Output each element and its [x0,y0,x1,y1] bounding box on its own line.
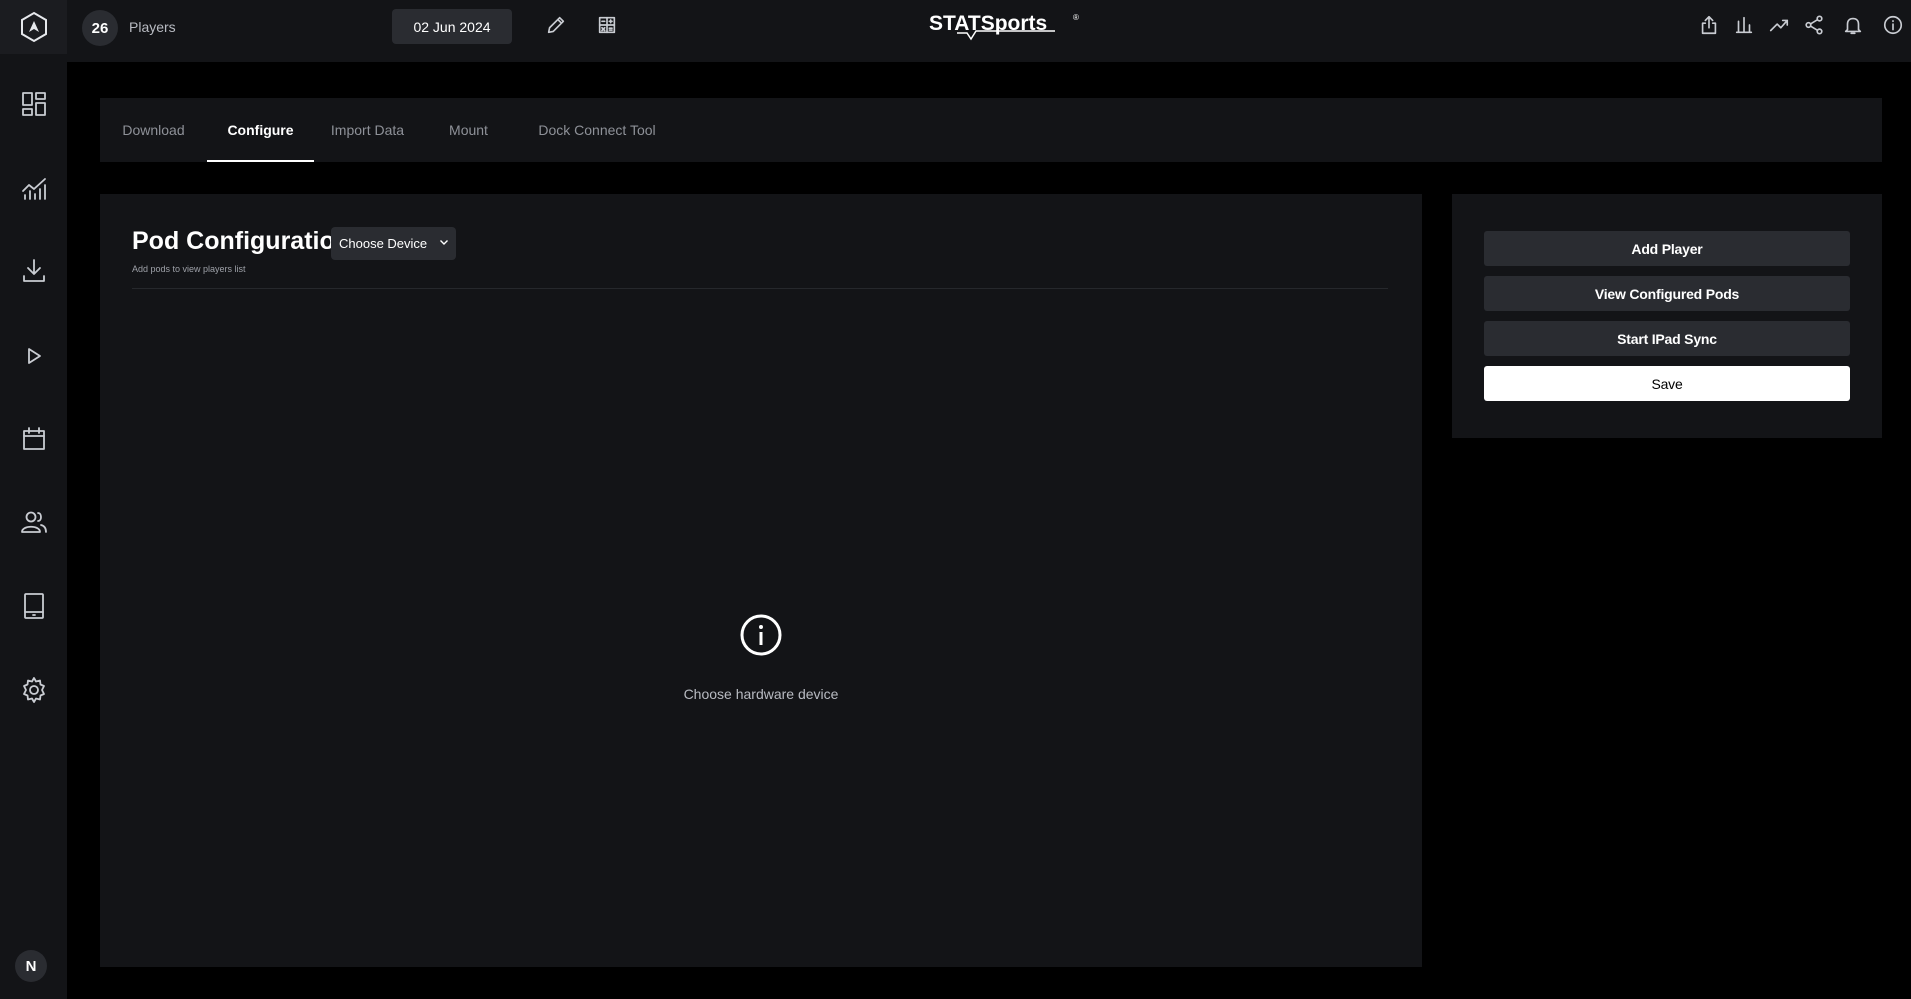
start-ipad-sync-button[interactable]: Start IPad Sync [1484,321,1850,356]
info-icon [740,614,782,656]
device-select[interactable]: Choose Device [331,227,456,260]
actions-panel: Add Player View Configured Pods Start IP… [1452,194,1882,438]
player-count-badge[interactable]: 26 [82,10,118,46]
tab-download[interactable]: Download [100,98,207,162]
top-bar: 26 Players 02 Jun 2024 STATSports ® [67,0,1911,62]
sidebar-item-calendar[interactable] [0,417,67,461]
tab-configure[interactable]: Configure [207,98,314,162]
gear-icon [22,677,45,703]
info-icon [1883,15,1903,35]
bar-chart-button[interactable] [1730,11,1758,39]
user-avatar[interactable]: N [15,950,47,982]
sidebar-item-settings[interactable] [0,668,67,712]
tab-import-data[interactable]: Import Data [314,98,421,162]
sidebar-item-play[interactable] [0,334,67,378]
users-icon [20,511,47,533]
share-button[interactable] [1800,11,1828,39]
date-selector[interactable]: 02 Jun 2024 [392,9,512,44]
sidebar-item-download[interactable] [0,249,67,293]
notifications-button[interactable] [1839,11,1867,39]
info-button[interactable] [1879,11,1907,39]
sidebar: N [0,0,67,999]
calculator-icon [598,16,616,34]
statsports-logo: STATSports ® [929,12,1079,41]
pod-configuration-panel: Pod Configuration Choose Device Add pods… [100,194,1422,967]
play-icon [27,348,41,364]
tablet-icon [23,593,44,619]
divider [132,288,1388,289]
bell-icon [1844,17,1862,35]
sidebar-item-analytics[interactable] [0,166,67,210]
edit-button[interactable] [542,11,570,39]
trend-button[interactable] [1765,11,1793,39]
tab-bar: Download Configure Import Data Mount Doc… [100,98,1882,162]
download-icon [22,259,45,282]
sidebar-item-devices[interactable] [0,584,67,628]
analytics-icon [21,178,46,200]
save-button[interactable]: Save [1484,366,1850,401]
bar-chart-icon [1735,16,1753,34]
add-player-button[interactable]: Add Player [1484,231,1850,266]
sidebar-item-users[interactable] [0,500,67,544]
export-button[interactable] [1695,11,1723,39]
sidebar-item-dashboard[interactable] [0,82,67,126]
upload-icon [1701,15,1717,35]
view-configured-pods-button[interactable]: View Configured Pods [1484,276,1850,311]
device-select-value: Choose Device [339,236,428,251]
chevron-down-icon [440,240,448,245]
empty-state-message: Choose hardware device [683,686,839,702]
calculator-button[interactable] [593,11,621,39]
players-label[interactable]: Players [129,19,176,35]
dashboard-icon [21,92,46,116]
app-logo-icon [20,11,47,43]
share-icon [1805,15,1823,35]
tab-dock-connect-tool[interactable]: Dock Connect Tool [516,98,678,162]
brand-mark: ® [1073,13,1079,22]
page-subtitle: Add pods to view players list [132,264,246,274]
trending-up-icon [1769,19,1789,32]
page-title: Pod Configuration [132,227,351,255]
calendar-icon [22,427,45,450]
pencil-icon [547,16,565,34]
tab-mount[interactable]: Mount [421,98,516,162]
app-logo[interactable] [0,0,67,54]
